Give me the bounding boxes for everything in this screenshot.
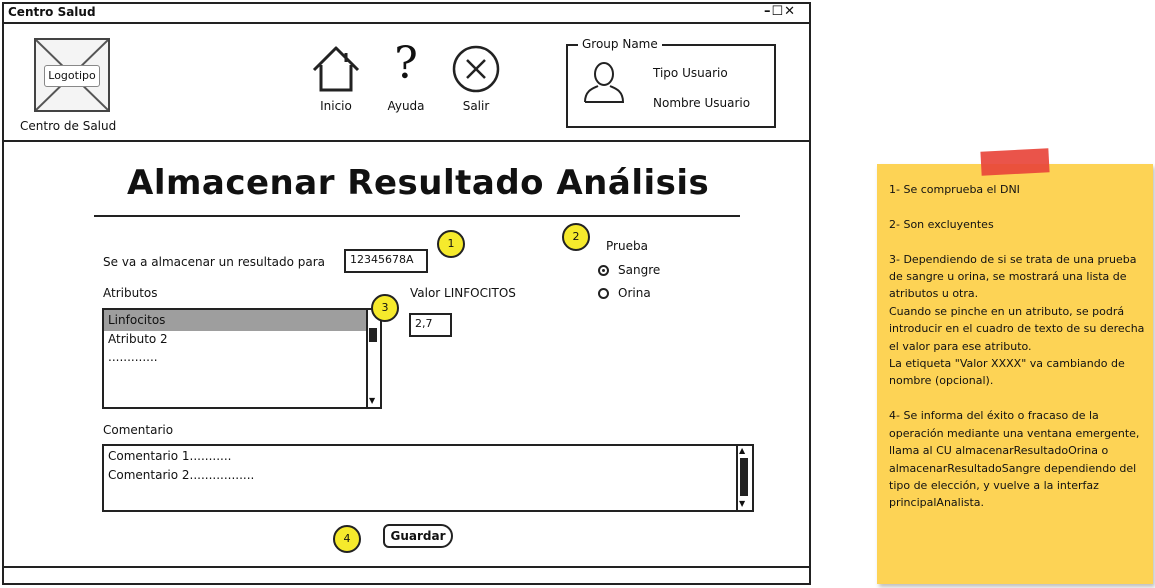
nav-inicio-button[interactable]: Inicio: [306, 44, 366, 116]
scroll-thumb[interactable]: [369, 328, 377, 342]
nav-salir-label: Salir: [462, 99, 490, 113]
value-input[interactable]: 2,7: [409, 313, 452, 337]
radio-sangre-label: Sangre: [618, 263, 661, 277]
comment-label: Comentario: [103, 423, 174, 437]
home-icon: [312, 46, 360, 92]
user-name: Nombre Usuario: [653, 96, 751, 110]
attributes-list[interactable]: Linfocitos Atributo 2 ............. ▼: [102, 308, 382, 409]
radio-orina-label: Orina: [618, 286, 651, 300]
user-icon: [584, 62, 625, 103]
attribute-item[interactable]: .............: [108, 350, 158, 364]
nav-ayuda-button[interactable]: ? Ayuda: [376, 38, 436, 116]
value-label: Valor LINFOCITOS: [410, 286, 516, 300]
prueba-label: Prueba: [606, 239, 648, 253]
help-icon: ?: [394, 38, 418, 89]
attributes-scrollbar[interactable]: ▼: [366, 310, 380, 407]
header-divider: [2, 140, 811, 142]
title-bar: [2, 2, 811, 24]
user-type: Tipo Usuario: [653, 66, 728, 80]
annotation-badge-1: 1: [437, 230, 465, 258]
comment-line: Comentario 2.................: [108, 468, 255, 482]
comment-line: Comentario 1...........: [108, 449, 232, 463]
dni-label: Se va a almacenar un resultado para: [103, 255, 326, 269]
scroll-up-icon[interactable]: ▲: [739, 447, 745, 455]
page-title: Almacenar Resultado Análisis: [127, 163, 710, 203]
annotation-badge-3: 3: [371, 294, 399, 322]
nav-salir-button[interactable]: Salir: [446, 44, 506, 116]
nav-inicio-label: Inicio: [320, 99, 352, 113]
attributes-label: Atributos: [103, 286, 158, 300]
note-tape: [980, 148, 1050, 176]
footer-divider: [2, 566, 811, 568]
radio-orina[interactable]: [598, 288, 609, 299]
save-button[interactable]: Guardar: [383, 524, 453, 548]
logo-label: Logotipo: [44, 65, 100, 87]
logo-caption: Centro de Salud: [20, 119, 117, 133]
window-controls[interactable]: –☐✕: [764, 4, 796, 19]
comment-scrollbar[interactable]: ▲ ▼: [736, 446, 752, 510]
radio-sangre[interactable]: [598, 265, 609, 276]
nav-ayuda-label: Ayuda: [387, 99, 425, 113]
scroll-down-icon[interactable]: ▼: [739, 500, 745, 508]
comment-textarea[interactable]: Comentario 1........... Comentario 2....…: [102, 444, 754, 512]
annotation-badge-4: 4: [333, 525, 361, 553]
sticky-note-text: 1- Se comprueba el DNI 2- Son excluyente…: [889, 183, 1145, 510]
attribute-item[interactable]: Linfocitos: [108, 313, 165, 327]
scroll-thumb[interactable]: [740, 458, 748, 496]
close-circle-icon: [452, 45, 500, 93]
dni-input[interactable]: 12345678A: [344, 249, 428, 273]
group-title: Group Name: [578, 37, 662, 51]
annotation-badge-2: 2: [562, 223, 590, 251]
window-title: Centro Salud: [8, 5, 96, 19]
attribute-item[interactable]: Atributo 2: [108, 332, 168, 346]
scroll-down-icon[interactable]: ▼: [369, 397, 375, 405]
title-underline: [94, 215, 740, 217]
